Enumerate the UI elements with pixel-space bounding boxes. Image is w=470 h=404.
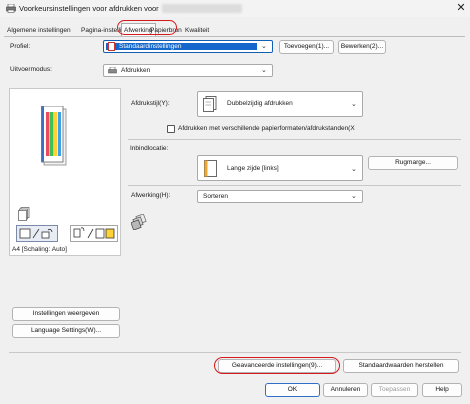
output-mode-value: Afdrukken	[121, 67, 151, 74]
long-edge-left-icon	[204, 160, 217, 177]
print-style-label: Afdrukstijl(Y):	[131, 100, 170, 107]
binding-group-rule	[128, 139, 461, 140]
finishing-select[interactable]: Sorteren ⌄	[197, 190, 363, 203]
chevron-down-icon: ⌄	[351, 101, 357, 108]
add-profile-button[interactable]: Toevoegen(1)...	[279, 40, 334, 54]
sort-icon	[130, 213, 147, 231]
preview-panel: A4 [Schaling: Auto]	[9, 88, 121, 256]
gutter-button[interactable]: Rugmarge...	[368, 156, 458, 170]
profile-label: Profiel:	[10, 43, 31, 50]
help-button[interactable]: Help	[422, 383, 462, 397]
window-title: Voorkeursinstellingen voor afdrukken voo…	[19, 4, 159, 13]
actions-rule	[9, 352, 461, 353]
close-icon[interactable]: ✕	[455, 2, 467, 14]
profile-icon	[108, 42, 115, 51]
finishing-label: Afwerking(H):	[131, 192, 171, 199]
page-preview-image	[40, 105, 69, 168]
ok-button[interactable]: OK	[265, 383, 320, 397]
printer-name-redacted	[162, 4, 242, 13]
binding-value: Lange zijde [links]	[227, 165, 279, 172]
preview-caption: A4 [Schaling: Auto]	[12, 246, 67, 253]
printer-icon	[6, 3, 16, 13]
mixed-sizes-label: Afdrukken met verschillende papierformat…	[178, 125, 355, 132]
profile-value: Standaardinstellingen	[119, 43, 182, 50]
apply-button[interactable]: Toepassen	[371, 383, 418, 397]
view-toggle-left-button[interactable]	[16, 225, 58, 242]
binding-group-label: Inbindlocatie:	[130, 145, 169, 152]
output-mode-label: Uitvoermodus:	[10, 66, 52, 73]
tab-underline	[4, 36, 465, 37]
finishing-group-rule	[128, 185, 461, 186]
page-stack-icon	[18, 207, 30, 221]
cancel-button[interactable]: Annuleren	[323, 383, 368, 397]
tab-highlight-ring	[117, 20, 177, 35]
chevron-down-icon: ⌄	[261, 67, 267, 74]
print-style-select[interactable]: Dubbelzijdig afdrukken ⌄	[197, 91, 363, 117]
mixed-sizes-checkbox[interactable]	[167, 125, 175, 133]
view-toggle-right-button[interactable]	[70, 225, 118, 242]
profile-select[interactable]: Standaardinstellingen ⌄	[103, 40, 273, 53]
print-icon	[108, 66, 117, 75]
chevron-down-icon: ⌄	[351, 193, 357, 200]
preview-divider	[9, 255, 121, 256]
advanced-highlight-ring	[214, 357, 340, 374]
print-style-value: Dubbelzijdig afdrukken	[227, 100, 293, 107]
binding-select[interactable]: Lange zijde [links] ⌄	[197, 155, 363, 181]
view-settings-button[interactable]: Instellingen weergeven	[12, 307, 120, 321]
chevron-down-icon: ⌄	[351, 166, 357, 173]
language-settings-button[interactable]: Language Settings(W)...	[12, 324, 120, 338]
duplex-icon	[203, 96, 217, 113]
finishing-value: Sorteren	[203, 193, 228, 200]
chevron-down-icon: ⌄	[261, 43, 267, 50]
edit-profile-button[interactable]: Bewerken(2)...	[338, 40, 386, 54]
restore-defaults-button[interactable]: Standaardwaarden herstellen	[343, 359, 459, 373]
output-mode-select[interactable]: Afdrukken ⌄	[103, 64, 273, 77]
